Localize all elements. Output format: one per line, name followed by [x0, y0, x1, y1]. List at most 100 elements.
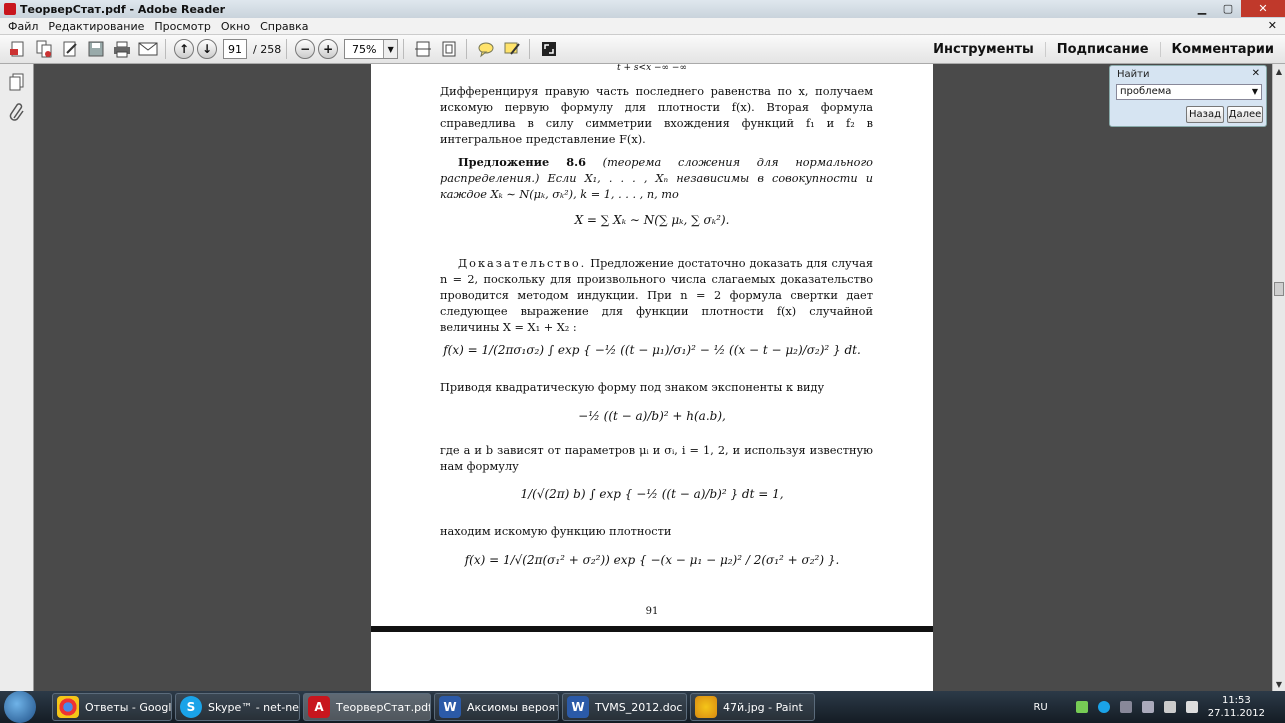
menu-edit[interactable]: Редактирование: [48, 20, 144, 33]
menu-window[interactable]: Окно: [221, 20, 250, 33]
toolbar-separator: [403, 39, 405, 59]
save-icon[interactable]: [84, 38, 108, 60]
close-button[interactable]: ✕: [1241, 0, 1285, 17]
vertical-scrollbar[interactable]: ▲ ▼: [1272, 64, 1285, 691]
task-label: Аксиомы вероят...: [467, 700, 558, 714]
tray-app-icon[interactable]: [1075, 701, 1088, 713]
formula-density: f(x) = 1/√(2π(σ₁² + σ₂²)) exp { −(x − μ₁…: [464, 553, 840, 567]
chevron-down-icon[interactable]: ▼: [1252, 85, 1258, 99]
tray-app-icon[interactable]: [1141, 701, 1154, 713]
taskbar: Ответы - Google ... S Skype™ - net-netno…: [0, 691, 1285, 723]
scroll-up-icon[interactable]: ▲: [1273, 64, 1285, 78]
toolbar-separator: [286, 39, 288, 59]
comments-button[interactable]: Комментарии: [1159, 42, 1285, 57]
skype-tray-icon[interactable]: [1097, 701, 1110, 713]
pdf-page-next: [371, 632, 933, 691]
find-back-button[interactable]: Назад: [1186, 106, 1224, 123]
toolbar: ↑ ↓ / 258 − + ▼ Инструменты Подписание К…: [0, 35, 1285, 64]
zoom-input[interactable]: [345, 40, 384, 58]
find-panel-title: Найти: [1117, 69, 1150, 80]
menu-file[interactable]: Файл: [8, 20, 38, 33]
window-controls: ▁ ▢ ✕: [1189, 0, 1285, 17]
scroll-down-icon[interactable]: ▼: [1273, 677, 1285, 691]
paragraph-quadratic-form: Приводя квадратическую форму под знаком …: [440, 381, 825, 394]
proposition-title: Предложение 8.6: [458, 155, 586, 169]
full-screen-icon[interactable]: [537, 38, 561, 60]
find-panel: Найти ✕ проблема ▼ Назад Далее: [1109, 65, 1267, 127]
volume-icon[interactable]: [1185, 701, 1198, 713]
task-paint[interactable]: 47й.jpg - Paint: [690, 693, 815, 721]
create-pdf-icon[interactable]: [6, 38, 30, 60]
navigation-pane: [0, 64, 34, 691]
find-close-icon[interactable]: ✕: [1252, 68, 1260, 79]
task-chrome[interactable]: Ответы - Google ...: [52, 693, 172, 721]
formula-quadratic: −½ ((t − a)/b)² + h(a.b),: [578, 409, 726, 423]
toolbar-separator: [165, 39, 166, 59]
zoom-out-button[interactable]: −: [295, 39, 316, 59]
find-input[interactable]: проблема ▼: [1116, 84, 1262, 100]
previous-page-button[interactable]: ↑: [174, 39, 194, 59]
maximize-button[interactable]: ▢: [1215, 0, 1241, 17]
task-adobe-reader[interactable]: A ТеорверСтат.pdf ...: [303, 693, 431, 721]
clock[interactable]: 11:53 27.11.2012: [1208, 694, 1265, 720]
attachments-icon[interactable]: [5, 100, 29, 124]
toolbar-separator: [529, 39, 531, 59]
highlight-icon[interactable]: [500, 38, 524, 60]
fit-width-icon[interactable]: [411, 38, 435, 60]
task-label: Skype™ - net-netno: [208, 700, 299, 714]
edit-document-icon[interactable]: [58, 38, 82, 60]
clock-time: 11:53: [1221, 695, 1251, 706]
tools-button[interactable]: Инструменты: [922, 42, 1045, 57]
chevron-down-icon[interactable]: ▼: [383, 40, 398, 58]
minimize-button[interactable]: ▁: [1189, 0, 1215, 17]
page-thumbnails-icon[interactable]: [5, 70, 29, 94]
scroll-thumb[interactable]: [1274, 282, 1284, 296]
proposition-8-6: Предложение 8.6 (теорема сложения для но…: [440, 154, 873, 203]
pdf-icon: A: [308, 696, 330, 718]
task-label: ТеорверСтат.pdf ...: [336, 700, 431, 714]
language-indicator[interactable]: RU: [1033, 702, 1047, 713]
formula-normalization: 1/(√(2π) b) ∫ exp { −½ ((t − a)/b)² } dt…: [520, 487, 784, 501]
menu-view[interactable]: Просмотр: [154, 20, 210, 33]
page-number-footer: 91: [645, 606, 659, 617]
email-icon[interactable]: [136, 38, 160, 60]
next-page-button[interactable]: ↓: [197, 39, 217, 59]
task-skype[interactable]: S Skype™ - net-netno: [175, 693, 300, 721]
combine-files-icon[interactable]: [32, 38, 56, 60]
task-word-tvms[interactable]: W TVMS_2012.doc [...: [562, 693, 687, 721]
adobe-reader-icon: [4, 3, 16, 15]
system-tray: RU 11:53 27.11.2012: [1033, 691, 1285, 723]
paragraph-result: находим искомую функцию плотности: [440, 525, 672, 538]
zoom-in-button[interactable]: +: [318, 39, 339, 59]
task-label: TVMS_2012.doc [...: [595, 700, 686, 714]
task-word-axioms[interactable]: W Аксиомы вероят...: [434, 693, 559, 721]
comment-icon[interactable]: [474, 38, 498, 60]
toolbar-separator: [466, 39, 468, 59]
word-icon: W: [567, 696, 589, 718]
chrome-icon: [57, 696, 79, 718]
print-icon[interactable]: [110, 38, 134, 60]
formula-convolution: f(x) = 1/(2πσ₁σ₂) ∫ exp { −½ ((t − μ₁)/σ…: [443, 343, 861, 357]
tray-app-icon[interactable]: [1119, 701, 1132, 713]
network-icon[interactable]: [1163, 701, 1176, 713]
word-icon: W: [439, 696, 461, 718]
fit-page-icon[interactable]: [437, 38, 461, 60]
task-label: 47й.jpg - Paint: [723, 700, 803, 714]
skype-icon: S: [180, 696, 202, 718]
find-next-button[interactable]: Далее: [1227, 106, 1263, 123]
menu-bar: Файл Редактирование Просмотр Окно Справк…: [0, 18, 1285, 35]
sign-button[interactable]: Подписание: [1044, 42, 1160, 57]
paragraph-differentiation: Дифференцируя правую часть последнего ра…: [440, 85, 873, 146]
task-label: Ответы - Google ...: [85, 700, 172, 714]
title-bar: ТеорверСтат.pdf - Adobe Reader ▁ ▢ ✕: [0, 0, 1285, 18]
paragraph-proof: Доказательство. Предложение достаточно д…: [440, 256, 873, 336]
formula-line-top: t + s<x −∞ −∞: [617, 64, 687, 73]
paint-icon: [695, 696, 717, 718]
menu-help[interactable]: Справка: [260, 20, 308, 33]
document-viewport[interactable]: t + s<x −∞ −∞ Дифференцируя правую часть…: [35, 64, 1272, 691]
pdf-page: t + s<x −∞ −∞ Дифференцируя правую часть…: [371, 64, 933, 626]
zoom-select[interactable]: ▼: [344, 39, 399, 59]
close-document-icon[interactable]: ✕: [1268, 19, 1277, 32]
start-button[interactable]: [4, 691, 36, 723]
page-number-input[interactable]: [223, 39, 247, 59]
